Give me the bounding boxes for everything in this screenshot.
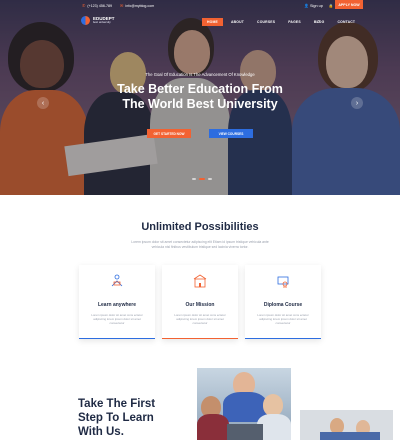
section-title: Unlimited Possibilities (141, 221, 259, 233)
feature-cards: Learn anywhere Lorem ipsum dolor sit ame… (79, 265, 321, 339)
slider-dot[interactable] (208, 178, 212, 180)
logo-text: EDUDEPT best university (93, 16, 115, 24)
email-address: info@myblog.com (125, 4, 155, 8)
nav-menu: HOME ABOUT COURSES PAGES BLOG CONTACT (202, 18, 360, 26)
main-nav: EDUDEPT best university HOME ABOUT COURS… (0, 14, 400, 30)
slider-dot[interactable] (192, 178, 196, 180)
card-accent-bar (245, 337, 321, 339)
email-info: ✉ info@myblog.com (120, 3, 154, 8)
nav-item-about[interactable]: ABOUT (226, 18, 249, 26)
hero-content: The Goal Of Education Is The Advancement… (0, 72, 400, 112)
hero-title-line1: Take Better Education From (117, 82, 283, 96)
card-title: Diploma Course (263, 302, 303, 308)
slider-dots (192, 178, 212, 180)
hero-buttons: GET STARTED NOW VIEW COURSES (0, 129, 400, 138)
brand-tagline: best university (93, 20, 111, 24)
phone-icon: ✆ (82, 3, 86, 8)
person-reading-icon (111, 274, 123, 287)
signup-link[interactable]: 👤 Sign up (304, 3, 323, 8)
view-courses-button[interactable]: VIEW COURSES (209, 129, 253, 138)
signup-label: Sign up (310, 4, 323, 8)
phone-number: (+123) 456-789 (87, 4, 113, 8)
card-title: Learn anywhere (97, 302, 137, 308)
nav-item-contact[interactable]: CONTACT (332, 18, 360, 26)
card-text: Lorem ipsum dolor sit amet cons ectetur … (257, 313, 309, 326)
get-started-button[interactable]: GET STARTED NOW (147, 129, 191, 138)
nav-item-home[interactable]: HOME (202, 18, 223, 26)
students-photo (197, 368, 291, 440)
search-icon[interactable]: ⌕ (317, 19, 320, 25)
mail-icon: ✉ (120, 3, 124, 8)
hero-title: Take Better Education From The World Bes… (0, 82, 400, 112)
cta-heading: Take The First Step To Learn With Us. (78, 397, 155, 439)
building-icon (193, 274, 207, 288)
hero-slider: ✆ (+123) 456-789 ✉ info@myblog.com 👤 Sign … (0, 0, 400, 195)
diploma-icon (277, 276, 289, 288)
hero-title-line2: The World Best University (122, 97, 278, 111)
phone-info: ✆ (+123) 456-789 (82, 3, 112, 8)
slider-next-arrow-icon[interactable]: › (351, 97, 363, 109)
logo[interactable]: EDUDEPT best university (81, 16, 115, 25)
nav-item-pages[interactable]: PAGES (283, 18, 306, 26)
top-bar: ✆ (+123) 456-789 ✉ info@myblog.com 👤 Sign … (0, 0, 400, 14)
nav-item-courses[interactable]: COURSES (252, 18, 280, 26)
apply-now-button[interactable]: APPLY NOW (335, 0, 363, 9)
classroom-photo (300, 410, 393, 440)
card-accent-bar (79, 337, 155, 339)
feature-card-our-mission[interactable]: Our Mission Lorem ipsum dolor sit amet c… (162, 265, 238, 339)
card-text: Lorem ipsum dolor sit amet cons ectetur … (91, 313, 143, 326)
cta-line1: Take The First (78, 398, 156, 410)
slider-prev-arrow-icon[interactable]: ‹ (37, 97, 49, 109)
card-text: Lorem ipsum dolor sit amet cons ectetur … (174, 313, 226, 326)
contact-info: ✆ (+123) 456-789 ✉ info@myblog.com (82, 3, 154, 8)
cta-line2: Step To Learn (78, 412, 154, 424)
feature-card-learn-anywhere[interactable]: Learn anywhere Lorem ipsum dolor sit ame… (79, 265, 155, 339)
hero-eyebrow: The Goal Of Education Is The Advancement… (145, 72, 255, 77)
card-title: Our Mission (185, 302, 215, 308)
section-description: Lorem ipsum dolor sit amet consectetur a… (131, 240, 269, 249)
slider-dot-active[interactable] (199, 178, 205, 180)
cta-line3: With Us. (78, 426, 124, 438)
logo-icon (81, 16, 90, 25)
feature-card-diploma-course[interactable]: Diploma Course Lorem ipsum dolor sit ame… (245, 265, 321, 339)
card-accent-bar (162, 337, 238, 339)
